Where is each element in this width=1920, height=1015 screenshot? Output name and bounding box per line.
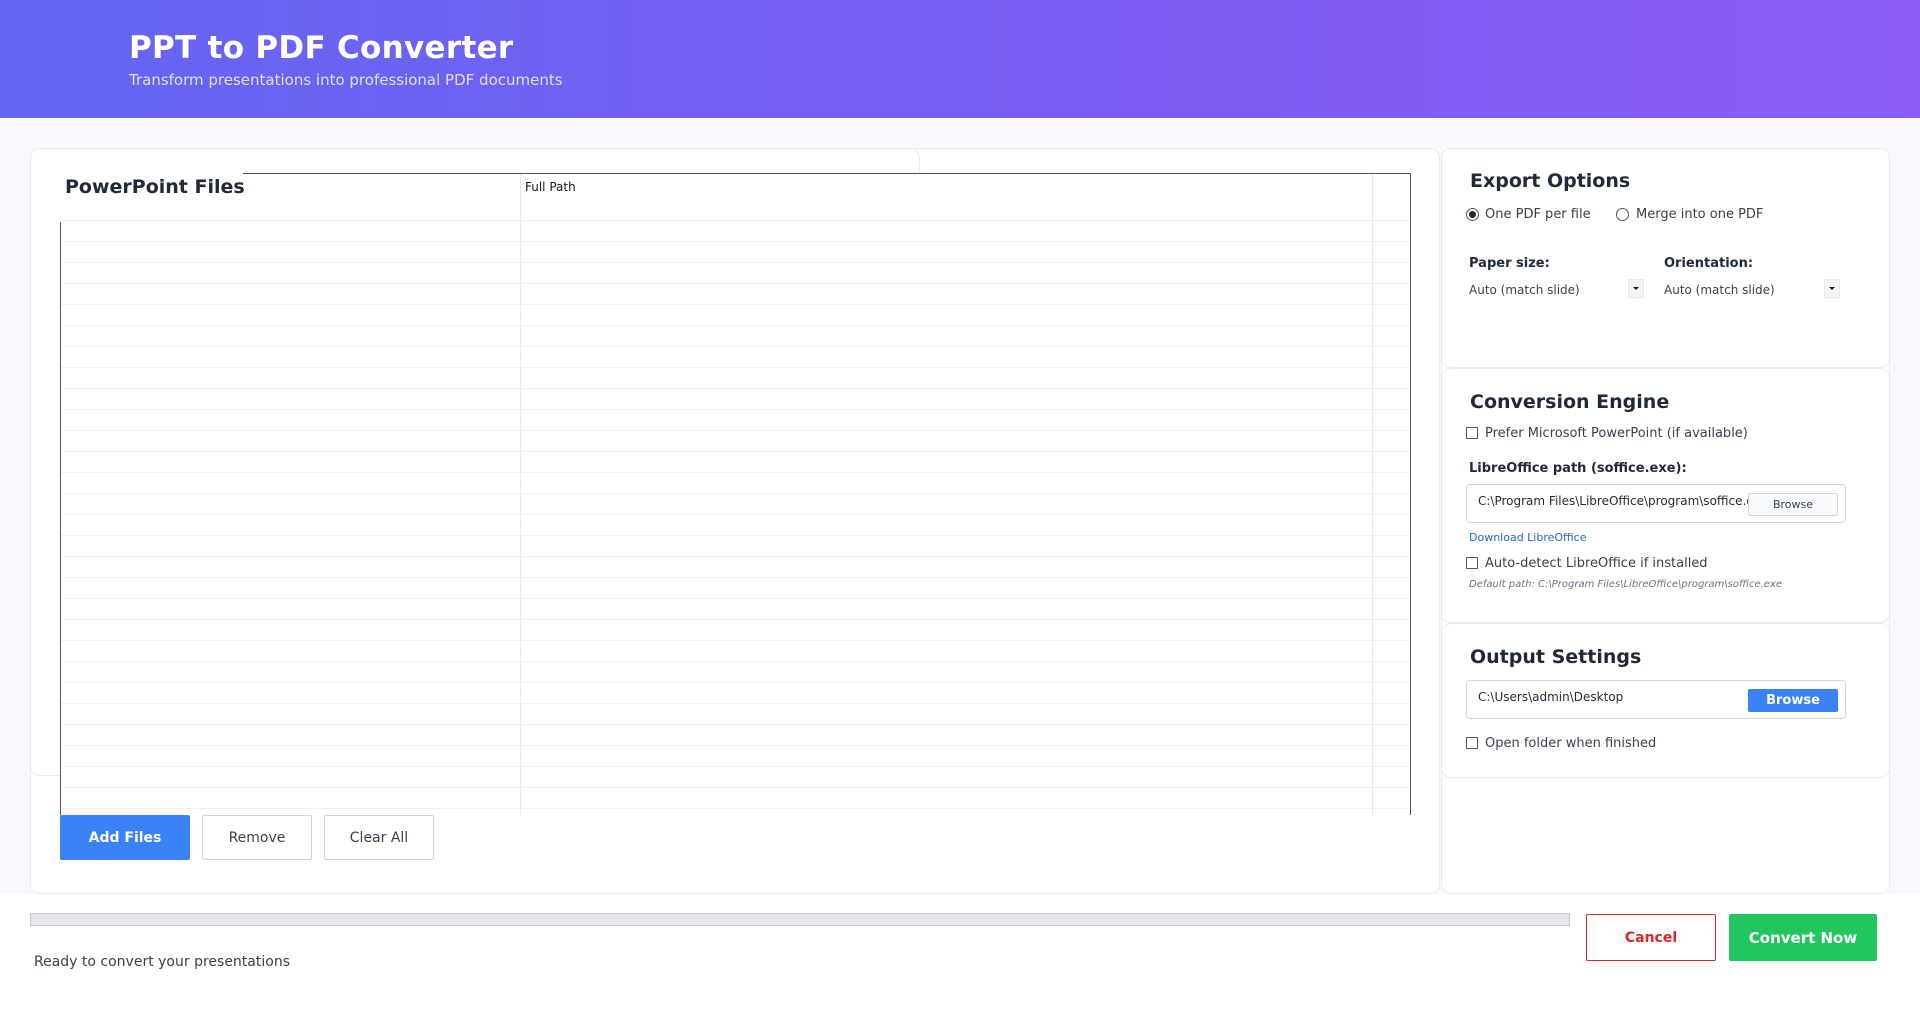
column-header-full-path[interactable]: Full Path — [525, 180, 576, 194]
table-row-line — [61, 409, 1410, 410]
output-path-field[interactable]: C:\Users\admin\Desktop Browse — [1466, 680, 1846, 719]
app-header: PPT to PDF Converter Transform presentat… — [0, 0, 1920, 118]
table-row-line — [61, 241, 1410, 242]
table-row-line — [61, 724, 1410, 725]
open-folder-label[interactable]: Open folder when finished — [1485, 736, 1656, 751]
table-row-line — [61, 808, 1410, 809]
output-path-value: C:\Users\admin\Desktop — [1478, 690, 1624, 704]
status-text: Ready to convert your presentations — [34, 954, 290, 970]
radio-one-pdf-label[interactable]: One PDF per file — [1485, 207, 1591, 222]
table-row-line — [61, 388, 1410, 389]
orientation-select[interactable]: Auto (match slide) — [1664, 283, 1775, 297]
prefer-powerpoint-checkbox[interactable] — [1466, 427, 1478, 439]
conversion-engine-card: Conversion Engine Prefer Microsoft Power… — [1441, 368, 1890, 623]
table-row-line — [61, 262, 1410, 263]
add-files-button[interactable]: Add Files — [60, 815, 190, 860]
table-row-line — [61, 367, 1410, 368]
column-divider-end — [1372, 174, 1373, 816]
paper-size-label: Paper size: — [1469, 256, 1550, 271]
table-row-line — [61, 220, 1410, 221]
table-row-line — [61, 577, 1410, 578]
orientation-label: Orientation: — [1664, 256, 1754, 271]
table-row-line — [61, 619, 1410, 620]
cancel-button[interactable]: Cancel — [1586, 914, 1716, 961]
table-row-line — [61, 283, 1410, 284]
table-row-line — [61, 325, 1410, 326]
files-section-title: PowerPoint Files — [65, 176, 245, 198]
prefer-powerpoint-label[interactable]: Prefer Microsoft PowerPoint (if availabl… — [1485, 426, 1748, 441]
clear-all-button[interactable]: Clear All — [324, 815, 434, 860]
app-title: PPT to PDF Converter — [129, 30, 514, 66]
libreoffice-browse-button[interactable]: Browse — [1748, 493, 1838, 516]
radio-merge-into-one-pdf[interactable] — [1616, 208, 1629, 221]
table-row-line — [61, 493, 1410, 494]
output-settings-card: Output Settings C:\Users\admin\Desktop B… — [1441, 623, 1890, 778]
table-row-line — [61, 598, 1410, 599]
table-row-line — [61, 640, 1410, 641]
download-libreoffice-link[interactable]: Download LibreOffice — [1469, 531, 1587, 544]
table-row-line — [61, 346, 1410, 347]
orientation-dropdown-icon[interactable] — [1824, 279, 1840, 298]
table-row-line — [61, 451, 1410, 452]
radio-merge-label[interactable]: Merge into one PDF — [1636, 207, 1763, 222]
table-row-line — [61, 766, 1410, 767]
output-settings-title: Output Settings — [1470, 646, 1642, 668]
conversion-engine-title: Conversion Engine — [1470, 391, 1670, 413]
paper-size-dropdown-icon[interactable] — [1628, 279, 1644, 298]
table-row-line — [61, 535, 1410, 536]
convert-now-button[interactable]: Convert Now — [1729, 914, 1877, 961]
conversion-progress-bar — [30, 913, 1570, 926]
table-row-line — [61, 556, 1410, 557]
auto-detect-checkbox[interactable] — [1466, 557, 1478, 569]
libreoffice-path-label: LibreOffice path (soffice.exe): — [1469, 461, 1687, 476]
auto-detect-label[interactable]: Auto-detect LibreOffice if installed — [1485, 556, 1708, 571]
export-options-card: Export Options One PDF per file Merge in… — [1441, 148, 1890, 368]
export-options-title: Export Options — [1470, 170, 1631, 192]
radio-one-pdf-per-file[interactable] — [1466, 208, 1479, 221]
output-browse-button[interactable]: Browse — [1748, 689, 1838, 712]
table-row-line — [61, 514, 1410, 515]
table-row-line — [61, 661, 1410, 662]
table-row-line — [61, 703, 1410, 704]
default-path-hint: Default path: C:\Program Files\LibreOffi… — [1469, 579, 1783, 590]
paper-size-select[interactable]: Auto (match slide) — [1469, 283, 1580, 297]
table-row-line — [61, 472, 1410, 473]
open-folder-checkbox[interactable] — [1466, 737, 1478, 749]
remove-button[interactable]: Remove — [202, 815, 312, 860]
table-row-line — [61, 430, 1410, 431]
libreoffice-path-field[interactable]: C:\Program Files\LibreOffice\program\sof… — [1466, 484, 1846, 523]
table-row-line — [61, 682, 1410, 683]
table-row-line — [61, 787, 1410, 788]
table-header: Full Path — [60, 172, 1410, 222]
libreoffice-path-value: C:\Program Files\LibreOffice\program\sof… — [1478, 494, 1748, 508]
app-subtitle: Transform presentations into professiona… — [129, 71, 563, 89]
table-row-line — [61, 304, 1410, 305]
column-divider — [520, 174, 521, 816]
table-row-line — [61, 745, 1410, 746]
file-table[interactable]: Full Path — [60, 172, 1411, 816]
